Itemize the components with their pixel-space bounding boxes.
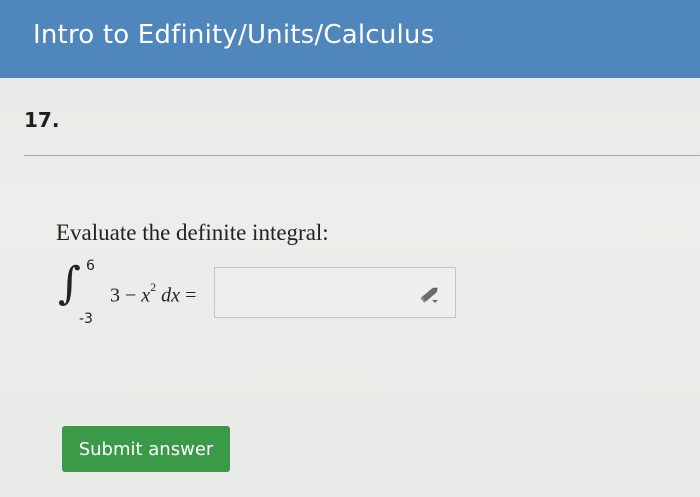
question-prompt: Evaluate the definite integral: — [56, 220, 329, 245]
pencil-icon[interactable] — [419, 284, 441, 304]
divider — [24, 155, 700, 156]
breadcrumb-title[interactable]: Intro to Edfinity/Units/Calculus — [33, 20, 434, 50]
submit-answer-button[interactable]: Submit answer — [62, 426, 230, 472]
integrand: 3 − x2 dx = — [110, 280, 197, 308]
question-number: 17. — [24, 108, 60, 132]
minus-sign: − — [125, 284, 137, 307]
page: Intro to Edfinity/Units/Calculus 17. Eva… — [0, 0, 700, 497]
integral-symbol: ∫ — [58, 258, 81, 309]
lower-limit: -3 — [79, 311, 93, 327]
integrand-constant: 3 — [110, 284, 120, 307]
upper-limit: 6 — [86, 258, 95, 274]
header-bar: Intro to Edfinity/Units/Calculus — [0, 0, 700, 78]
integrand-variable: x — [141, 284, 151, 307]
answer-input[interactable] — [214, 267, 456, 318]
differential: dx — [161, 284, 181, 307]
integrand-exponent: 2 — [150, 280, 157, 294]
equals-sign: = — [185, 284, 197, 307]
